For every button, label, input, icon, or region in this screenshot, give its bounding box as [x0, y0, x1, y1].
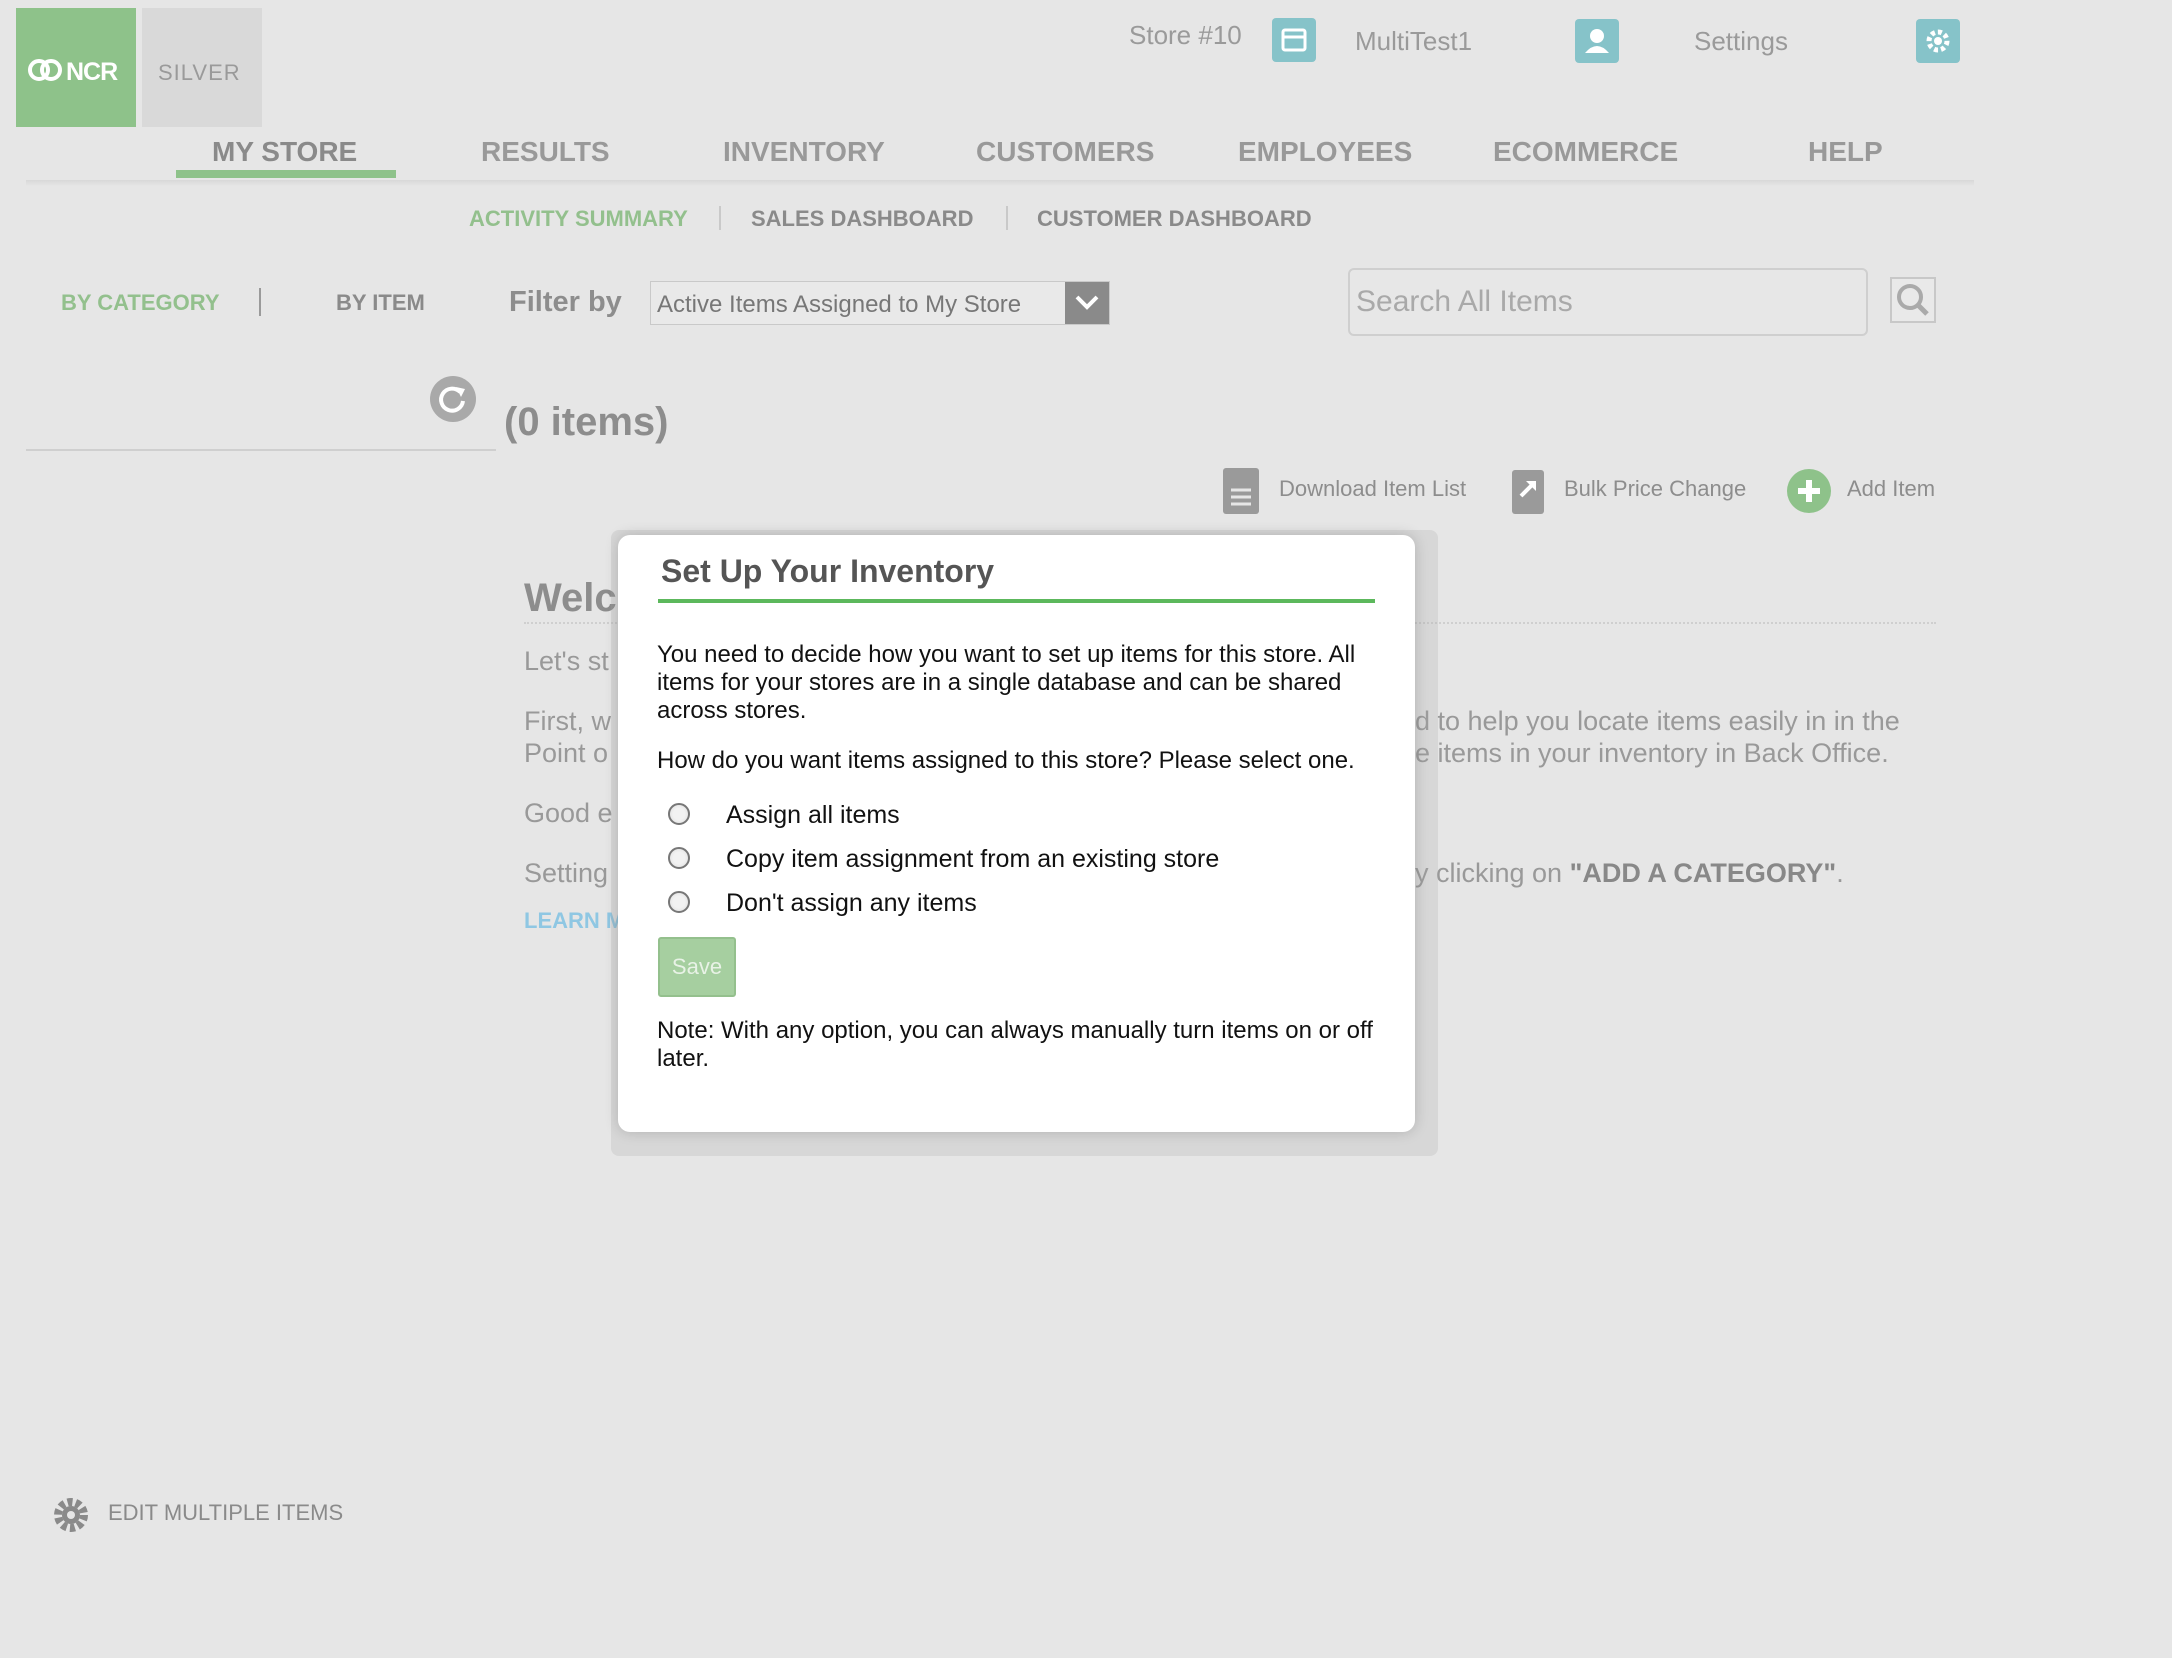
by-item-tab[interactable]: BY ITEM [336, 290, 425, 316]
ncr-logo-text: NCR [66, 58, 118, 86]
dialog-question: How do you want items assigned to this s… [657, 747, 1355, 774]
nav-divider [26, 180, 1974, 186]
search-button[interactable] [1890, 277, 1936, 323]
download-item-list-link[interactable]: Download Item List [1279, 476, 1466, 502]
filter-selected-value: Active Items Assigned to My Store [657, 291, 1022, 318]
option-label[interactable]: Assign all items [726, 801, 900, 830]
nav-results[interactable]: RESULTS [481, 136, 610, 168]
ncr-logo[interactable]: NCR [16, 8, 136, 127]
welcome-line: Point o [524, 738, 609, 768]
user-label[interactable]: MultiTest1 [1355, 26, 1472, 57]
welcome-heading: Welc [524, 576, 617, 620]
search-field[interactable] [1348, 268, 1868, 336]
dialog-description: You need to decide how you want to set u… [657, 641, 1356, 724]
by-category-tab[interactable]: BY CATEGORY [61, 290, 220, 316]
nav-customers[interactable]: CUSTOMERS [976, 136, 1154, 168]
welcome-line: Good e [524, 798, 613, 828]
welcome-line: Setting [524, 858, 609, 888]
left-pane-divider [26, 449, 496, 451]
document-icon[interactable] [1223, 468, 1259, 514]
subnav-sales-dashboard[interactable]: SALES DASHBOARD [751, 206, 973, 232]
settings-label[interactable]: Settings [1694, 26, 1788, 57]
nav-my-store[interactable]: MY STORE [212, 136, 357, 168]
setup-inventory-dialog: Set Up Your Inventory You need to decide… [618, 535, 1415, 1132]
radio-copy-assignment[interactable] [668, 847, 690, 869]
add-item-link[interactable]: Add Item [1847, 476, 1935, 502]
items-count: (0 items) [504, 400, 669, 444]
subnav-separator [719, 206, 721, 230]
bulk-price-change-link[interactable]: Bulk Price Change [1564, 476, 1746, 502]
gear-icon[interactable] [50, 1494, 92, 1536]
nav-help[interactable]: HELP [1808, 136, 1883, 168]
store-icon[interactable] [1272, 18, 1316, 62]
nav-active-indicator [176, 170, 396, 178]
option-label[interactable]: Copy item assignment from an existing st… [726, 845, 1219, 874]
chevron-down-icon[interactable] [1065, 282, 1109, 324]
export-icon[interactable] [1512, 470, 1544, 514]
welcome-line: d to help you locate items easily in in … [1415, 706, 1900, 736]
add-icon[interactable] [1787, 469, 1831, 513]
nav-inventory[interactable]: INVENTORY [723, 136, 885, 168]
learn-more-link[interactable]: LEARN M [524, 908, 624, 934]
radio-assign-none[interactable] [668, 891, 690, 913]
ncr-rings-icon [28, 59, 62, 81]
nav-employees[interactable]: EMPLOYEES [1238, 136, 1412, 168]
dialog-title: Set Up Your Inventory [661, 553, 995, 589]
gear-icon[interactable] [1916, 19, 1960, 63]
filter-label: Filter by [509, 286, 622, 318]
welcome-line: First, w [524, 706, 611, 736]
dialog-note: Note: With any option, you can always ma… [657, 1017, 1373, 1072]
save-button[interactable]: Save [658, 937, 736, 997]
silver-logo-text: SILVER [158, 60, 241, 85]
radio-assign-all[interactable] [668, 803, 690, 825]
subnav-activity-summary[interactable]: ACTIVITY SUMMARY [469, 206, 688, 232]
search-icon [1897, 284, 1929, 316]
nav-ecommerce[interactable]: ECOMMERCE [1493, 136, 1678, 168]
welcome-line: Let's st [524, 646, 609, 676]
filter-select[interactable]: Active Items Assigned to My Store [650, 281, 1110, 325]
subnav-separator [1006, 206, 1008, 230]
view-toggle-separator [259, 288, 261, 316]
welcome-line: e items in your inventory in Back Office… [1415, 738, 1889, 768]
user-icon[interactable] [1575, 19, 1619, 63]
store-label[interactable]: Store #10 [1129, 20, 1242, 51]
welcome-line: y clicking on "ADD A CATEGORY". [1415, 858, 1844, 888]
subnav-customer-dashboard[interactable]: CUSTOMER DASHBOARD [1037, 206, 1312, 232]
edit-multiple-items-link[interactable]: EDIT MULTIPLE ITEMS [108, 1500, 343, 1526]
dialog-title-rule [658, 599, 1375, 603]
silver-logo[interactable]: SILVER [142, 8, 262, 127]
search-input[interactable] [1354, 284, 1858, 320]
refresh-icon[interactable] [430, 376, 476, 422]
option-label[interactable]: Don't assign any items [726, 889, 977, 918]
